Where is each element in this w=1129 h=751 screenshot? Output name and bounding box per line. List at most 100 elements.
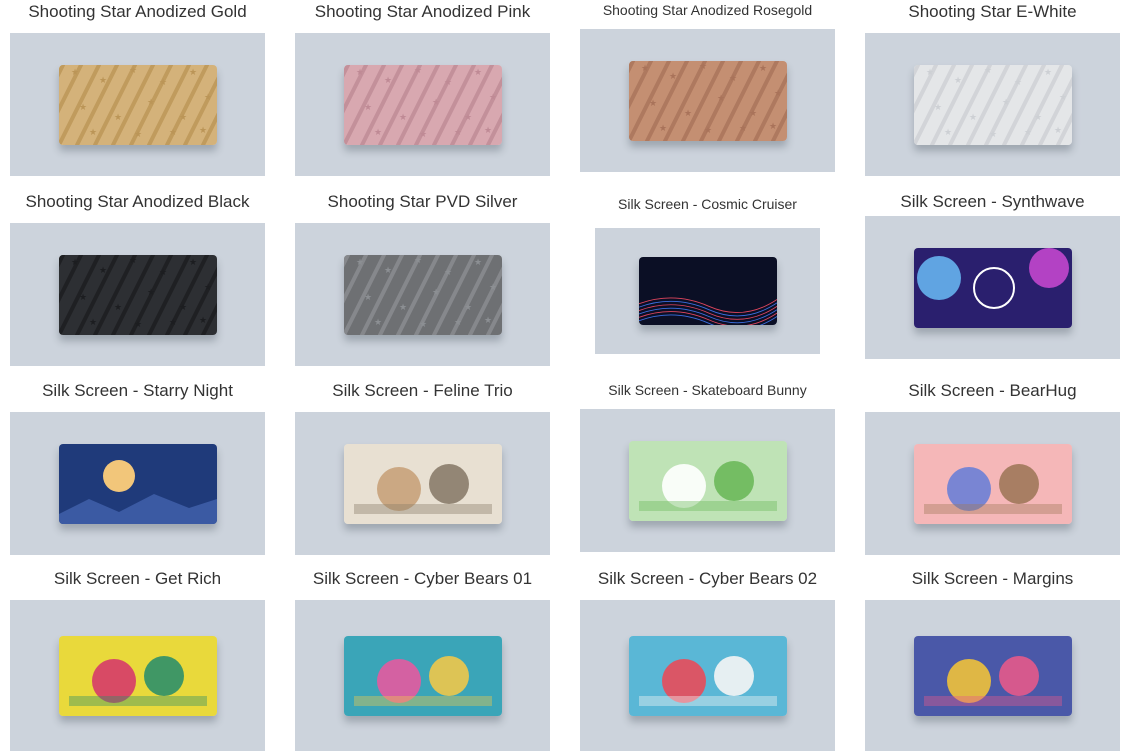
- svg-text:★: ★: [71, 258, 79, 268]
- svg-text:★: ★: [364, 103, 372, 113]
- product-title[interactable]: Silk Screen - Starry Night: [10, 381, 265, 401]
- svg-text:★: ★: [89, 318, 97, 328]
- svg-text:★: ★: [204, 93, 212, 103]
- product-title[interactable]: Silk Screen - Cyber Bears 02: [580, 569, 835, 589]
- svg-text:★: ★: [454, 318, 462, 328]
- svg-text:★: ★: [641, 64, 649, 74]
- svg-text:★: ★: [944, 128, 952, 138]
- svg-text:★: ★: [134, 320, 142, 330]
- svg-text:★: ★: [374, 128, 382, 138]
- product-image[interactable]: [580, 409, 835, 552]
- svg-text:★: ★: [699, 62, 707, 72]
- svg-text:★: ★: [1034, 113, 1042, 123]
- product-image[interactable]: ★ ★ ★ ★ ★ ★ ★ ★ ★ ★ ★ ★ ★ ★: [580, 29, 835, 172]
- keyboard-plate-image: [58, 635, 217, 716]
- product-image[interactable]: ★ ★ ★ ★ ★ ★ ★ ★ ★ ★ ★ ★ ★ ★: [865, 33, 1120, 176]
- svg-text:★: ★: [399, 303, 407, 313]
- svg-text:★: ★: [432, 98, 440, 108]
- svg-text:★: ★: [934, 103, 942, 113]
- product-image[interactable]: [580, 600, 835, 751]
- keyboard-plate-image: ★ ★ ★ ★ ★ ★ ★ ★ ★ ★ ★ ★ ★ ★: [343, 64, 502, 145]
- svg-text:★: ★: [704, 126, 712, 136]
- keyboard-plate-image: [343, 443, 502, 524]
- product-image[interactable]: ★ ★ ★ ★ ★ ★ ★ ★ ★ ★ ★ ★ ★ ★: [10, 223, 265, 366]
- product-title[interactable]: Silk Screen - Skateboard Bunny: [580, 380, 835, 400]
- svg-text:★: ★: [189, 258, 197, 268]
- svg-text:★: ★: [669, 72, 677, 82]
- keyboard-plate-image: ★ ★ ★ ★ ★ ★ ★ ★ ★ ★ ★ ★ ★ ★: [58, 64, 217, 145]
- product-title[interactable]: Shooting Star E-White: [865, 2, 1120, 22]
- product-title[interactable]: Shooting Star Anodized Pink: [295, 2, 550, 22]
- svg-text:★: ★: [759, 64, 767, 74]
- product-image[interactable]: [865, 216, 1120, 359]
- svg-text:★: ★: [489, 93, 497, 103]
- svg-text:★: ★: [364, 293, 372, 303]
- product-title[interactable]: Shooting Star Anodized Black: [10, 192, 265, 212]
- svg-text:★: ★: [134, 130, 142, 140]
- product-title[interactable]: Shooting Star Anodized Rosegold: [580, 0, 835, 20]
- product-image[interactable]: ★ ★ ★ ★ ★ ★ ★ ★ ★ ★ ★ ★ ★ ★: [10, 33, 265, 176]
- product-title[interactable]: Silk Screen - Synthwave: [865, 192, 1120, 212]
- product-image[interactable]: [595, 228, 820, 354]
- product-title[interactable]: Silk Screen - Cyber Bears 01: [295, 569, 550, 589]
- svg-text:★: ★: [926, 68, 934, 78]
- svg-text:★: ★: [419, 130, 427, 140]
- keyboard-plate-image: [913, 247, 1072, 328]
- svg-text:★: ★: [189, 68, 197, 78]
- svg-text:★: ★: [89, 128, 97, 138]
- svg-text:★: ★: [169, 128, 177, 138]
- svg-text:★: ★: [129, 66, 137, 76]
- svg-text:★: ★: [954, 76, 962, 86]
- product-image[interactable]: [10, 412, 265, 555]
- svg-text:★: ★: [444, 78, 452, 88]
- product-image[interactable]: [865, 600, 1120, 751]
- svg-text:★: ★: [356, 68, 364, 78]
- svg-text:★: ★: [204, 283, 212, 293]
- svg-text:★: ★: [489, 283, 497, 293]
- svg-text:★: ★: [1024, 128, 1032, 138]
- product-image[interactable]: [295, 412, 550, 555]
- product-image[interactable]: ★ ★ ★ ★ ★ ★ ★ ★ ★ ★ ★ ★ ★ ★: [295, 223, 550, 366]
- svg-text:★: ★: [414, 66, 422, 76]
- product-title[interactable]: Silk Screen - Feline Trio: [295, 381, 550, 401]
- product-image[interactable]: [865, 412, 1120, 555]
- product-title[interactable]: Shooting Star PVD Silver: [295, 192, 550, 212]
- product-title[interactable]: Silk Screen - Margins: [865, 569, 1120, 589]
- svg-text:★: ★: [384, 266, 392, 276]
- product-title[interactable]: Silk Screen - BearHug: [865, 381, 1120, 401]
- svg-text:★: ★: [79, 103, 87, 113]
- svg-text:★: ★: [484, 316, 492, 326]
- svg-text:★: ★: [729, 74, 737, 84]
- product-image[interactable]: ★ ★ ★ ★ ★ ★ ★ ★ ★ ★ ★ ★ ★ ★: [295, 33, 550, 176]
- svg-text:★: ★: [1014, 78, 1022, 88]
- product-title[interactable]: Shooting Star Anodized Gold: [10, 2, 265, 22]
- product-title[interactable]: Silk Screen - Cosmic Cruiser: [580, 194, 835, 214]
- svg-text:★: ★: [99, 76, 107, 86]
- svg-text:★: ★: [1054, 126, 1062, 136]
- product-image[interactable]: [295, 600, 550, 751]
- svg-text:★: ★: [484, 126, 492, 136]
- svg-text:★: ★: [399, 113, 407, 123]
- product-title[interactable]: Silk Screen - Get Rich: [10, 569, 265, 589]
- keyboard-plate-image: [638, 257, 777, 325]
- svg-text:★: ★: [179, 113, 187, 123]
- svg-text:★: ★: [1002, 98, 1010, 108]
- svg-text:★: ★: [432, 288, 440, 298]
- keyboard-plate-image: [913, 635, 1072, 716]
- svg-text:★: ★: [356, 258, 364, 268]
- keyboard-plate-image: [343, 635, 502, 716]
- svg-text:★: ★: [71, 68, 79, 78]
- svg-text:★: ★: [79, 293, 87, 303]
- keyboard-plate-image: ★ ★ ★ ★ ★ ★ ★ ★ ★ ★ ★ ★ ★ ★: [343, 254, 502, 335]
- svg-text:★: ★: [169, 318, 177, 328]
- keyboard-plate-image: ★ ★ ★ ★ ★ ★ ★ ★ ★ ★ ★ ★ ★ ★: [913, 64, 1072, 145]
- svg-text:★: ★: [179, 303, 187, 313]
- svg-text:★: ★: [739, 124, 747, 134]
- svg-text:★: ★: [474, 68, 482, 78]
- svg-text:★: ★: [717, 94, 725, 104]
- product-image[interactable]: [10, 600, 265, 751]
- svg-text:★: ★: [147, 98, 155, 108]
- svg-text:★: ★: [159, 78, 167, 88]
- svg-text:★: ★: [1044, 68, 1052, 78]
- svg-text:★: ★: [114, 113, 122, 123]
